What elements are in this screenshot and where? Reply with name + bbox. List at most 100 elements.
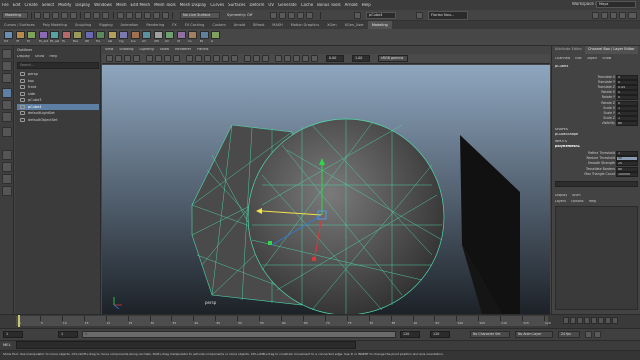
channel-value-field[interactable]: on (616, 120, 638, 126)
play-forwards-icon[interactable] (591, 317, 597, 324)
outliner-item[interactable]: persp (17, 71, 99, 77)
shelf-tab-4[interactable]: Animation (117, 21, 143, 29)
channel-menu-edit[interactable]: Edit (575, 57, 581, 60)
select-hierarchy-icon[interactable] (84, 12, 91, 19)
anti-aliasing-icon[interactable] (302, 55, 309, 62)
shelf-icon-3[interactable] (38, 31, 48, 39)
menu-display[interactable]: Display (73, 3, 92, 7)
move-tool-icon[interactable] (2, 88, 12, 98)
current-time-marker[interactable] (18, 315, 20, 327)
outliner-item[interactable]: pCube3 (17, 97, 99, 103)
viewport-menu-renderer[interactable]: Renderer (172, 48, 194, 52)
menu-deform[interactable]: Deform (247, 3, 266, 7)
channel-menu-channels[interactable]: Channels (555, 57, 570, 60)
shelf-tab-12[interactable]: Motion Graphics (287, 21, 323, 29)
hypershade-icon[interactable] (297, 12, 304, 19)
open-scene-icon[interactable] (43, 12, 50, 19)
outliner-item[interactable]: side (17, 91, 99, 97)
outliner-item[interactable]: top (17, 78, 99, 84)
textured-icon[interactable] (213, 55, 220, 62)
menu-surfaces[interactable]: Surfaces (226, 3, 247, 7)
range-bar[interactable]: 1 (82, 331, 396, 338)
attribute-editor-toggle-icon[interactable] (601, 12, 608, 19)
tool-settings-icon[interactable] (610, 12, 617, 19)
menu-cache[interactable]: Cache (299, 3, 315, 7)
fps-select[interactable]: 24 fps (558, 331, 580, 338)
auto-key-icon[interactable] (585, 331, 592, 338)
channel-menu-object[interactable]: Object (587, 57, 598, 60)
outliner-menu-show[interactable]: Show (35, 55, 44, 59)
input-attribute-value[interactable]: 100000 (616, 171, 638, 177)
gate-mask-icon[interactable] (173, 55, 180, 62)
shelf-icon-5[interactable] (61, 31, 71, 39)
layout-side-icon[interactable] (2, 174, 12, 184)
layer-tab-anim[interactable]: Anim (572, 194, 580, 197)
select-object-icon[interactable] (93, 12, 100, 19)
menu-edit-mesh[interactable]: Edit Mesh (129, 3, 153, 7)
menu-uv[interactable]: UV (266, 3, 276, 7)
snap-curve-icon[interactable] (126, 12, 133, 19)
bookmark-icon[interactable] (124, 55, 131, 62)
redo-icon[interactable] (70, 12, 77, 19)
user-account-button[interactable]: Florian Nou... (428, 11, 468, 20)
channel-menu-show[interactable]: Show (602, 57, 611, 60)
menu-edit[interactable]: Edit (11, 3, 23, 7)
save-scene-icon[interactable] (52, 12, 59, 19)
outliner-item[interactable]: pCube4 (17, 103, 99, 110)
step-back-frame-icon[interactable] (577, 317, 583, 324)
lighting-icon[interactable] (222, 55, 229, 62)
lasso-tool-icon[interactable] (2, 61, 12, 71)
shelf-tab-2[interactable]: Sculpting (71, 21, 95, 29)
select-tool-icon[interactable] (2, 49, 12, 59)
scale-tool-icon[interactable] (2, 112, 12, 122)
go-to-start-icon[interactable] (563, 317, 569, 324)
shape-node-name[interactable]: pCube4Shape (555, 133, 578, 136)
menu-generate[interactable]: Generate (276, 3, 299, 7)
viewport-menu-lighting[interactable]: Lighting (137, 48, 157, 52)
viewport-3d[interactable] (102, 65, 550, 314)
render-settings-icon[interactable] (288, 12, 295, 19)
viewport-menu-show[interactable]: Show (157, 48, 172, 52)
viewport-menu-shading[interactable]: Shading (116, 48, 136, 52)
ambient-occlusion-icon[interactable] (284, 55, 291, 62)
layout-single-icon[interactable] (2, 150, 12, 160)
shelf-icon-7[interactable] (84, 31, 94, 39)
shelf-icon-1[interactable] (15, 31, 25, 39)
last-tool-icon[interactable] (2, 127, 12, 137)
outliner-item[interactable]: defaultLightSet (17, 110, 99, 116)
animation-start-field[interactable]: 1 (3, 331, 23, 338)
color-space-select[interactable]: sRGB gamma (378, 55, 408, 62)
shelf-icon-18[interactable] (211, 31, 220, 39)
image-plane-icon[interactable] (133, 55, 140, 62)
film-gate-icon[interactable] (155, 55, 162, 62)
playback-end-field[interactable]: 120 (400, 331, 420, 338)
command-input[interactable] (16, 341, 356, 349)
menu-curves[interactable]: Curves (208, 3, 226, 7)
menu-modify[interactable]: Modify (56, 3, 73, 7)
input-attribute-name[interactable]: Max Triangle Count (584, 172, 615, 177)
ipr-render-icon[interactable] (279, 12, 286, 19)
animation-end-field[interactable]: 120 (430, 331, 450, 338)
step-forward-frame-icon[interactable] (598, 317, 604, 324)
render-view-icon[interactable] (306, 12, 313, 19)
resolution-gate-icon[interactable] (164, 55, 171, 62)
snap-grid-icon[interactable] (117, 12, 124, 19)
rotate-tool-icon[interactable] (2, 100, 12, 110)
shelf-icon-6[interactable] (73, 31, 82, 39)
new-scene-icon[interactable] (34, 12, 41, 19)
play-backwards-icon[interactable] (584, 317, 590, 324)
preferences-icon[interactable] (594, 331, 601, 338)
menu-set-select[interactable]: Modeling (2, 12, 28, 19)
shelf-icon-14[interactable] (165, 31, 174, 39)
menu-mesh[interactable]: Mesh (114, 3, 129, 7)
shelf-tab-10[interactable]: Bifrost (249, 21, 268, 29)
exposure-field[interactable]: 0.00 (326, 55, 344, 62)
layer-menu-help[interactable]: Help (589, 200, 597, 203)
paint-select-tool-icon[interactable] (2, 73, 12, 83)
menu-bonus-tools[interactable]: Bonus Tools (315, 3, 342, 7)
select-component-icon[interactable] (102, 12, 109, 19)
symmetry-button[interactable]: Symmetry: Off (224, 12, 264, 19)
shelf-icon-10[interactable] (119, 31, 128, 39)
command-language-label[interactable]: MEL (3, 343, 11, 347)
wireframe-icon[interactable] (186, 55, 193, 62)
